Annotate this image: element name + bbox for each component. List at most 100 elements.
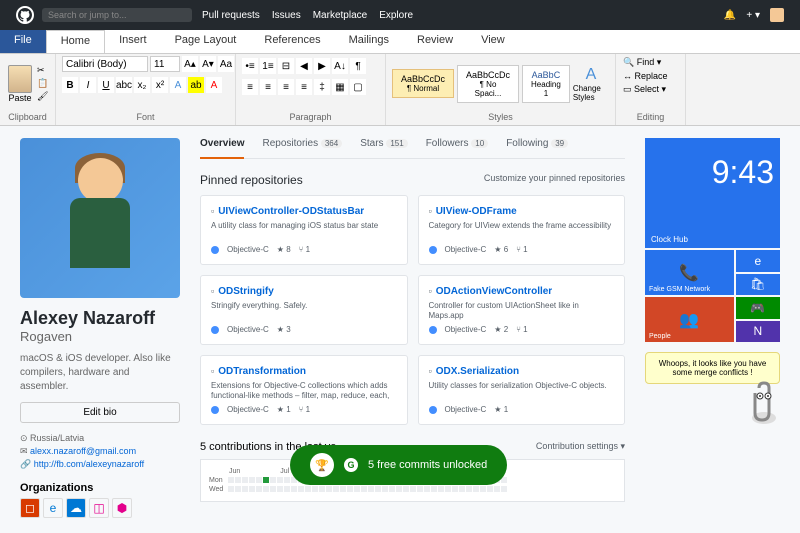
nav-issues[interactable]: Issues bbox=[272, 10, 301, 21]
subscript-icon[interactable]: x₂ bbox=[134, 77, 150, 93]
show-marks-icon[interactable]: ¶ bbox=[350, 58, 366, 74]
trophy-icon: 🏆 bbox=[310, 453, 334, 477]
font-color-icon[interactable]: A bbox=[206, 77, 222, 93]
org-icon[interactable]: e bbox=[43, 498, 63, 518]
tab-home[interactable]: Home bbox=[46, 30, 105, 53]
nav-followers[interactable]: Followers 10 bbox=[426, 138, 488, 150]
align-right-icon[interactable]: ≡ bbox=[278, 79, 294, 95]
contrib-settings[interactable]: Contribution settings ▾ bbox=[536, 441, 625, 453]
style-normal[interactable]: AaBbCcDc¶ Normal bbox=[392, 69, 454, 98]
bold-icon[interactable]: B bbox=[62, 77, 78, 93]
text-effects-icon[interactable]: A bbox=[170, 77, 186, 93]
search-input[interactable]: Search or jump to... bbox=[42, 8, 192, 22]
phone-tile[interactable]: 📞Fake GSM Network bbox=[645, 250, 734, 295]
people-tile[interactable]: 👥People bbox=[645, 297, 734, 342]
tab-review[interactable]: Review bbox=[403, 30, 467, 53]
increase-indent-icon[interactable]: ▶ bbox=[314, 58, 330, 74]
clipboard-group-label: Clipboard bbox=[6, 111, 49, 123]
font-family-select[interactable] bbox=[62, 56, 148, 72]
avatar[interactable] bbox=[20, 138, 180, 298]
cut-icon[interactable]: ✂ bbox=[37, 65, 48, 76]
align-left-icon[interactable]: ≡ bbox=[242, 79, 258, 95]
repo-card[interactable]: ▫ODTransformationExtensions for Objectiv… bbox=[200, 355, 408, 425]
store-tile[interactable]: 🛍 bbox=[736, 274, 780, 296]
repo-name: ODTransformation bbox=[218, 366, 306, 377]
org-icon[interactable]: ◫ bbox=[89, 498, 109, 518]
tab-page-layout[interactable]: Page Layout bbox=[161, 30, 251, 53]
sort-icon[interactable]: A↓ bbox=[332, 58, 348, 74]
nav-pull-requests[interactable]: Pull requests bbox=[202, 10, 260, 21]
onenote-tile[interactable]: N bbox=[736, 321, 780, 343]
line-spacing-icon[interactable]: ‡ bbox=[314, 79, 330, 95]
github-logo-icon[interactable] bbox=[16, 6, 34, 24]
repo-desc: Extensions for Objective-C collections w… bbox=[211, 381, 397, 401]
nav-overview[interactable]: Overview bbox=[200, 138, 244, 159]
add-menu-icon[interactable]: + ▾ bbox=[746, 10, 760, 21]
nav-explore[interactable]: Explore bbox=[379, 10, 413, 21]
shading-icon[interactable]: ▦ bbox=[332, 79, 348, 95]
align-center-icon[interactable]: ≡ bbox=[260, 79, 276, 95]
nav-marketplace[interactable]: Marketplace bbox=[313, 10, 367, 21]
tab-references[interactable]: References bbox=[250, 30, 334, 53]
multilevel-icon[interactable]: ⊟ bbox=[278, 58, 294, 74]
format-painter-icon[interactable]: 🖌 bbox=[37, 91, 48, 102]
profile-nickname: Rogaven bbox=[20, 329, 180, 344]
select-button[interactable]: ▭ Select ▾ bbox=[622, 83, 667, 96]
tab-file[interactable]: File bbox=[0, 30, 46, 53]
email-link[interactable]: ✉ alexx.nazaroff@gmail.com bbox=[20, 446, 180, 457]
tab-view[interactable]: View bbox=[467, 30, 519, 53]
numbering-icon[interactable]: 1≡ bbox=[260, 58, 276, 74]
style-heading1[interactable]: AaBbCHeading 1 bbox=[522, 65, 570, 103]
org-icon[interactable]: ⬢ bbox=[112, 498, 132, 518]
ribbon: Paste ✂ 📋 🖌 Clipboard A▴ A▾ Aa B I U a bbox=[0, 54, 800, 126]
user-avatar-icon[interactable] bbox=[770, 8, 784, 22]
superscript-icon[interactable]: x² bbox=[152, 77, 168, 93]
repo-desc: Utility classes for serialization Object… bbox=[429, 381, 615, 401]
orgs-title: Organizations bbox=[20, 482, 180, 494]
paste-button[interactable]: Paste bbox=[6, 63, 34, 105]
clock-tile[interactable]: 9:43 Clock Hub bbox=[645, 138, 780, 248]
org-icon[interactable]: ☁ bbox=[66, 498, 86, 518]
repo-name: UIViewController-ODStatusBar bbox=[218, 206, 364, 217]
borders-icon[interactable]: ▢ bbox=[350, 79, 366, 95]
customize-link[interactable]: Customize your pinned repositories bbox=[484, 173, 625, 187]
repo-card[interactable]: ▫ODActionViewControllerController for cu… bbox=[418, 275, 626, 345]
nav-following[interactable]: Following 39 bbox=[506, 138, 568, 150]
ie-tile[interactable]: e bbox=[736, 250, 780, 272]
change-styles-button[interactable]: AChange Styles bbox=[573, 66, 609, 102]
primary-nav: Pull requests Issues Marketplace Explore bbox=[202, 10, 413, 21]
decrease-indent-icon[interactable]: ◀ bbox=[296, 58, 312, 74]
clippy-icon[interactable] bbox=[744, 378, 784, 428]
url-link[interactable]: 🔗 http://fb.com/alexeynazaroff bbox=[20, 459, 180, 470]
change-case-icon[interactable]: Aa bbox=[218, 56, 234, 72]
italic-icon[interactable]: I bbox=[80, 77, 96, 93]
strikethrough-icon[interactable]: abc bbox=[116, 77, 132, 93]
justify-icon[interactable]: ≡ bbox=[296, 79, 312, 95]
replace-button[interactable]: ↔ Replace bbox=[622, 70, 669, 82]
find-button[interactable]: 🔍 Find ▾ bbox=[622, 56, 662, 69]
font-size-select[interactable] bbox=[150, 56, 180, 72]
underline-icon[interactable]: U bbox=[98, 77, 114, 93]
grow-font-icon[interactable]: A▴ bbox=[182, 56, 198, 72]
edit-bio-button[interactable]: Edit bio bbox=[20, 402, 180, 423]
style-no-spacing[interactable]: AaBbCcDc¶ No Spaci... bbox=[457, 65, 519, 103]
org-icon[interactable]: ◻ bbox=[20, 498, 40, 518]
repo-desc: A utility class for managing iOS status … bbox=[211, 221, 397, 241]
highlight-icon[interactable]: ab bbox=[188, 77, 204, 93]
tab-insert[interactable]: Insert bbox=[105, 30, 161, 53]
pinned-grid: ▫UIViewController-ODStatusBarA utility c… bbox=[200, 195, 625, 425]
notifications-icon[interactable]: 🔔 bbox=[724, 10, 736, 21]
xbox-tile[interactable]: 🎮 bbox=[736, 297, 780, 319]
repo-card[interactable]: ▫ODStringifyStringify everything. Safely… bbox=[200, 275, 408, 345]
nav-repos[interactable]: Repositories 364 bbox=[262, 138, 342, 150]
repo-card[interactable]: ▫ODX.SerializationUtility classes for se… bbox=[418, 355, 626, 425]
repo-card[interactable]: ▫UIViewController-ODStatusBarA utility c… bbox=[200, 195, 408, 265]
achievement-toast[interactable]: 🏆 G 5 free commits unlocked bbox=[290, 445, 507, 485]
editing-group-label: Editing bbox=[622, 111, 679, 123]
nav-stars[interactable]: Stars 151 bbox=[360, 138, 407, 150]
tab-mailings[interactable]: Mailings bbox=[335, 30, 403, 53]
repo-card[interactable]: ▫UIView-ODFrameCategory for UIView exten… bbox=[418, 195, 626, 265]
bullets-icon[interactable]: •≡ bbox=[242, 58, 258, 74]
copy-icon[interactable]: 📋 bbox=[37, 78, 48, 89]
shrink-font-icon[interactable]: A▾ bbox=[200, 56, 216, 72]
